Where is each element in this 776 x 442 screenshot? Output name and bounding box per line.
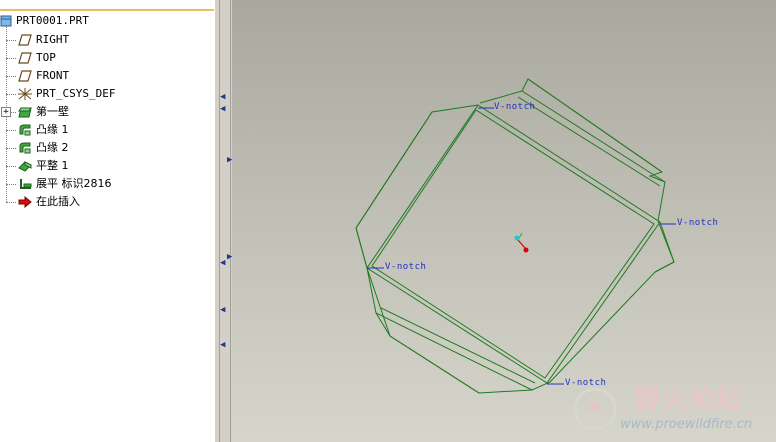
tree-item-label: RIGHT	[36, 33, 70, 46]
tree-item-label: 第一壁	[36, 105, 69, 118]
tree-item-flat-1[interactable]: 平整 1	[0, 157, 214, 175]
tree-root-label: PRT0001.PRT	[16, 14, 89, 27]
v-notch-label: V-notch	[385, 262, 427, 272]
tree-item-label: 凸缘 1	[36, 123, 69, 136]
v-notch-label: V-notch	[494, 102, 536, 112]
watermark: 野火论坛 www.proewildfire.cn	[565, 375, 771, 437]
tree-item-label: 平整 1	[36, 159, 69, 172]
tree-item-flange-1[interactable]: 凸缘 1	[0, 121, 214, 139]
tree-item-flange-2[interactable]: 凸缘 2	[0, 139, 214, 157]
sheetmetal-wall-icon	[18, 107, 32, 118]
tree-item-csys[interactable]: PRT_CSYS_DEF	[0, 85, 214, 103]
panel-splitter[interactable]: ◀ ◀ ▶ ◀ ▶ ◀ ◀	[214, 0, 233, 442]
coordinate-system-icon	[18, 88, 32, 100]
collapse-arrow-icon[interactable]: ◀	[220, 258, 226, 268]
insert-here-arrow-icon	[18, 196, 32, 208]
datum-plane-icon	[18, 34, 32, 46]
datum-plane-icon	[18, 70, 32, 82]
datum-plane-icon	[18, 52, 32, 64]
expand-icon[interactable]: +	[1, 107, 11, 117]
model-tree: PRT0001.PRT RIGHT TOP FRONT PRT_CSYS_DEF…	[0, 0, 214, 442]
watermark-url: www.proewildfire.cn	[620, 417, 753, 432]
tree-header-strip	[0, 0, 214, 11]
part-icon	[0, 15, 12, 27]
unbend-icon	[20, 179, 32, 189]
tree-item-top[interactable]: TOP	[0, 49, 214, 67]
collapse-arrow-icon[interactable]: ◀	[220, 305, 226, 315]
tree-item-label: 凸缘 2	[36, 141, 69, 154]
splitter-bar[interactable]	[219, 0, 231, 442]
collapse-arrow-icon[interactable]: ◀	[220, 92, 226, 102]
tree-root[interactable]: PRT0001.PRT	[0, 12, 214, 30]
v-notch-label: V-notch	[677, 218, 719, 228]
tree-item-unbend[interactable]: 展平 标识2816	[0, 175, 214, 193]
flange-icon	[19, 124, 31, 136]
csys-triad-icon	[514, 232, 529, 253]
flange-icon	[19, 142, 31, 154]
tree-item-insert-here[interactable]: 在此插入	[0, 193, 214, 211]
tree-item-label: PRT_CSYS_DEF	[36, 87, 116, 100]
tree-item-right[interactable]: RIGHT	[0, 31, 214, 49]
tree-item-first-wall[interactable]: + 第一壁	[0, 103, 214, 121]
collapse-arrow-icon[interactable]: ◀	[220, 104, 226, 114]
collapse-arrow-icon[interactable]: ◀	[220, 340, 226, 350]
tree-item-label: FRONT	[36, 69, 70, 82]
tree-item-label: 在此插入	[36, 195, 80, 208]
watermark-title: 野火论坛	[635, 385, 744, 415]
tree-item-label: 展平 标识2816	[36, 177, 112, 190]
watermark-logo-icon	[573, 387, 617, 431]
flat-wall-icon	[18, 161, 32, 172]
tree-item-front[interactable]: FRONT	[0, 67, 214, 85]
tree-item-label: TOP	[36, 51, 56, 64]
